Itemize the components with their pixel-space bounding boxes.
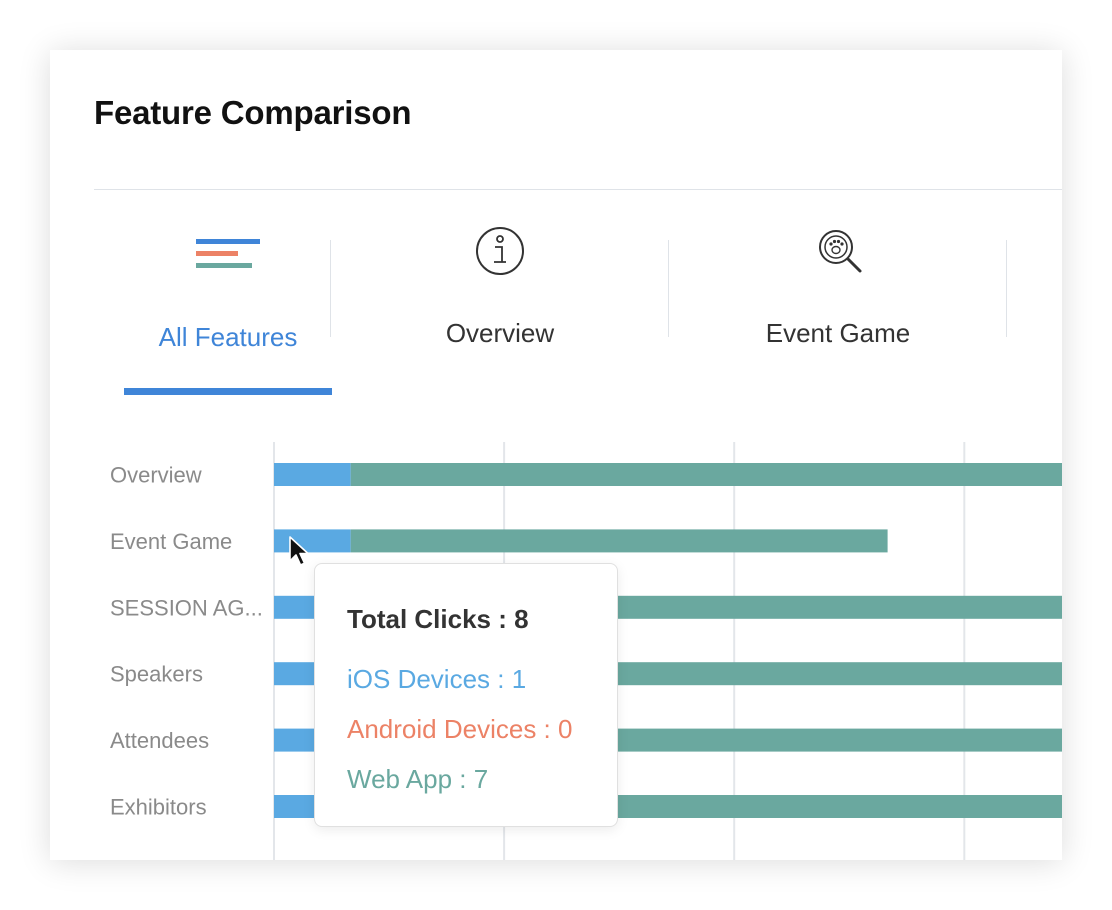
title-divider <box>94 189 1062 190</box>
tab-overview-label: Overview <box>445 318 555 348</box>
category-label: Speakers <box>110 662 203 687</box>
tooltip-web-app: Web App : 7 <box>347 764 489 794</box>
tab-event-game-label: Event Game <box>765 318 911 348</box>
mouse-cursor-icon <box>289 536 309 566</box>
feature-comparison-card: Feature Comparison All Features Overview <box>50 50 1062 860</box>
paw-magnifier-icon <box>819 230 862 273</box>
tab-event-game[interactable]: Event Game <box>669 220 1007 395</box>
tooltip-total-clicks: Total Clicks : 8 <box>347 604 529 634</box>
chart-tooltip: Total Clicks : 8 iOS Devices : 1 Android… <box>314 563 618 827</box>
tab-all-features[interactable]: All Features <box>124 220 332 395</box>
tab-all-features-label: All Features <box>158 322 298 352</box>
bar-segment[interactable] <box>350 529 888 553</box>
category-label: SESSION AG... <box>110 595 263 620</box>
category-label: Event Game <box>110 529 232 554</box>
bar-segment[interactable] <box>350 463 1062 486</box>
info-icon <box>476 227 524 275</box>
category-label: Overview <box>110 463 202 488</box>
category-label: Attendees <box>110 728 209 753</box>
bar-segment[interactable] <box>274 463 351 486</box>
tab-overview[interactable]: Overview <box>331 220 669 395</box>
card-title: Feature Comparison <box>94 94 412 131</box>
bar-segment[interactable] <box>274 529 351 553</box>
category-label: Exhibitors <box>110 795 207 820</box>
tooltip-ios-devices: iOS Devices : 1 <box>347 664 527 694</box>
bars-icon <box>196 239 260 268</box>
tooltip-android-devices: Android Devices : 0 <box>347 714 573 744</box>
active-tab-underline <box>124 388 332 395</box>
tab-separator <box>1006 240 1007 337</box>
